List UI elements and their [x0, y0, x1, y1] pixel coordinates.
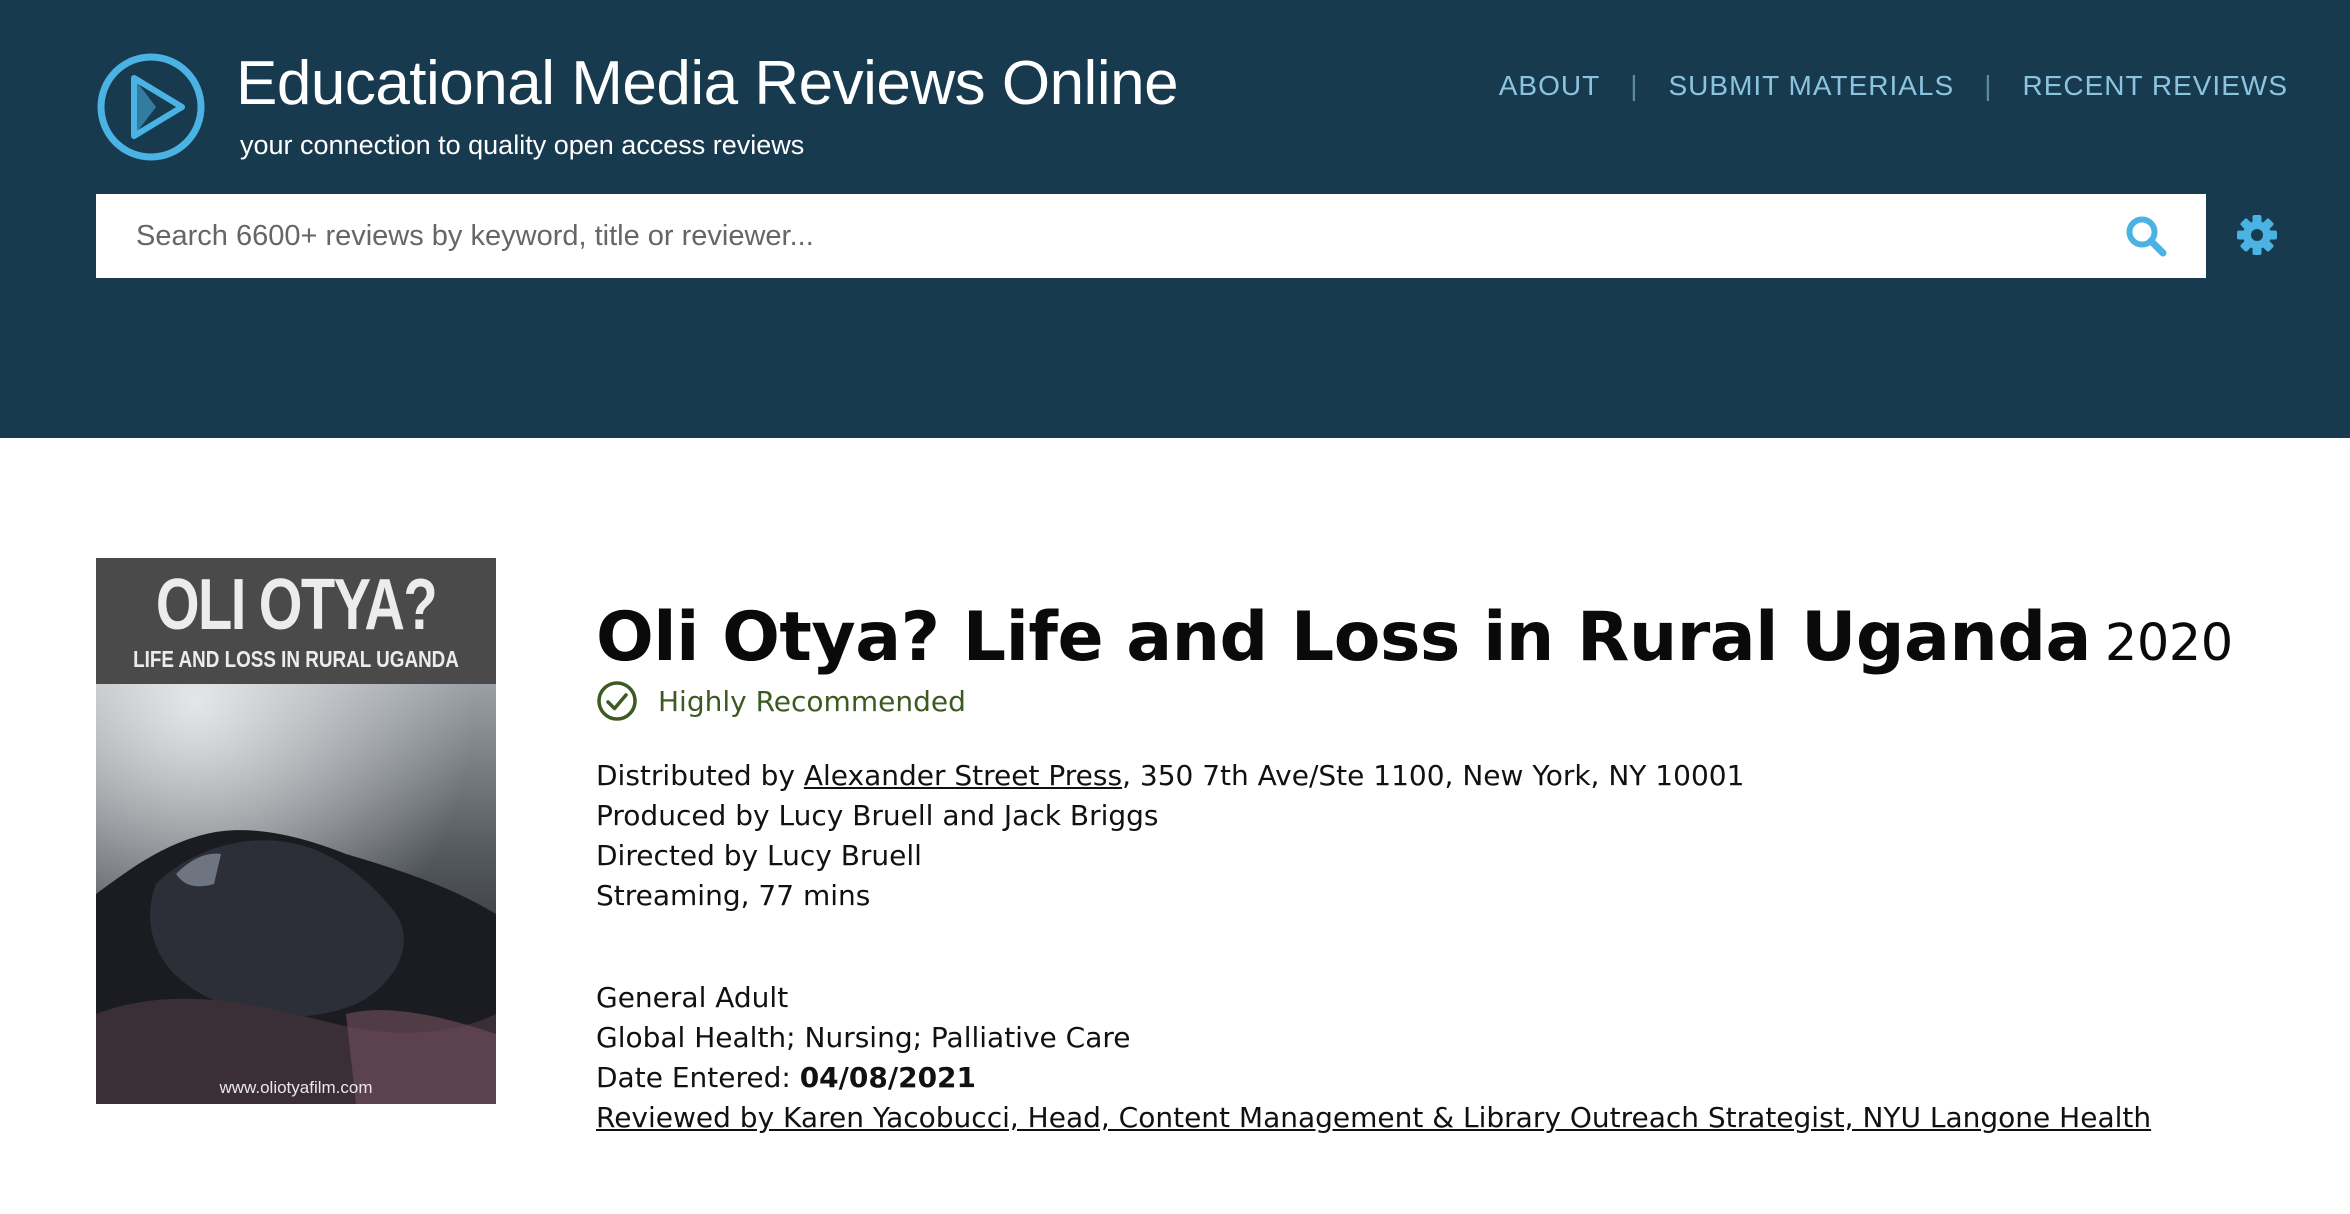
title-text: Oli Otya? Life and Loss in Rural Uganda	[596, 597, 2091, 677]
review-title: Oli Otya? Life and Loss in Rural Uganda 2…	[596, 598, 2233, 677]
release-year: 2020	[2104, 613, 2233, 673]
film-cover-image: OLI OTYA? LIFE AND LOSS IN RURAL UGANDA …	[96, 558, 496, 1104]
cover-title: OLI OTYA?	[155, 565, 438, 645]
subjects: Global Health; Nursing; Palliative Care	[596, 1021, 1131, 1054]
site-tagline: your connection to quality open access r…	[240, 130, 805, 160]
nav-recent-reviews[interactable]: RECENT REVIEWS	[2022, 70, 2288, 102]
cover-url: www.oliotyafilm.com	[219, 1078, 373, 1097]
site-title[interactable]: Educational Media Reviews Online	[236, 48, 1179, 119]
search-input[interactable]	[96, 194, 2086, 278]
recommendation-label: Highly Recommended	[658, 684, 966, 718]
produced-by: Produced by Lucy Bruell and Jack Briggs	[596, 799, 1159, 832]
audience: General Adult	[596, 981, 789, 1014]
date-entered: 04/08/2021	[799, 1061, 977, 1094]
search-icon[interactable]	[2124, 214, 2168, 258]
gear-icon[interactable]	[2236, 214, 2278, 256]
play-logo-icon[interactable]	[96, 52, 206, 162]
distributor-link[interactable]: Alexander Street Press	[804, 759, 1122, 792]
nav-separator: |	[1984, 70, 1993, 101]
format-runtime: Streaming, 77 mins	[596, 879, 871, 912]
nav-separator: |	[1630, 70, 1639, 101]
cover-subtitle: LIFE AND LOSS IN RURAL UGANDA	[133, 646, 459, 672]
site-header: Educational Media Reviews Online your co…	[0, 0, 2350, 438]
nav-submit-materials[interactable]: SUBMIT MATERIALS	[1669, 70, 1955, 102]
search-bar	[96, 194, 2206, 278]
date-entered-line: Date Entered: 04/08/2021	[596, 1058, 2151, 1098]
check-circle-icon	[597, 681, 637, 721]
film-details: Distributed by Alexander Street Press, 3…	[596, 756, 1744, 916]
recommendation-badge: Highly Recommended	[596, 680, 966, 722]
cover-photo	[96, 684, 496, 1104]
distributor-address: , 350 7th Ave/Ste 1100, New York, NY 100…	[1122, 759, 1745, 792]
directed-by: Directed by Lucy Bruell	[596, 839, 922, 872]
nav-about[interactable]: ABOUT	[1499, 70, 1600, 102]
top-navigation: ABOUT | SUBMIT MATERIALS | RECENT REVIEW…	[1499, 70, 2288, 102]
distributed-prefix: Distributed by	[596, 759, 804, 792]
reviewer-link[interactable]: Reviewed by Karen Yacobucci, Head, Conte…	[596, 1101, 2151, 1135]
review-meta: General Adult Global Health; Nursing; Pa…	[596, 978, 2151, 1138]
distributor-line: Distributed by Alexander Street Press, 3…	[596, 756, 1744, 796]
date-label: Date Entered:	[596, 1061, 800, 1094]
